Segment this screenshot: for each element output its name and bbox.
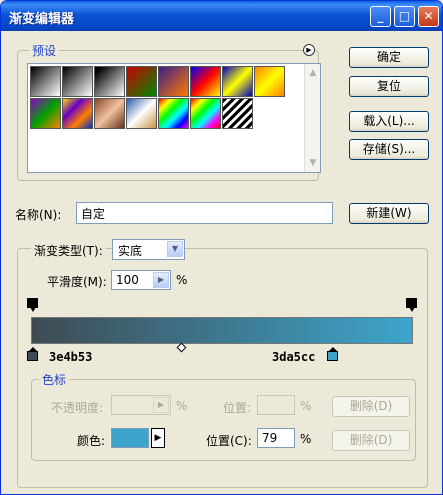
preset-swatch-transparent-rainbow[interactable]	[190, 98, 221, 129]
presets-menu-icon[interactable]: ▶	[303, 44, 315, 56]
maximize-button[interactable]: □	[394, 6, 415, 27]
preset-swatch-violet-orange[interactable]	[158, 66, 189, 97]
preset-swatch-copper[interactable]	[94, 98, 125, 129]
opacity-label: 不透明度:	[51, 401, 104, 415]
reset-button[interactable]: 复位	[349, 76, 429, 97]
color-label: 颜色:	[77, 434, 106, 448]
opacity-location-input[interactable]	[257, 395, 295, 415]
preset-swatch-yellow-violet-orange-blue[interactable]	[62, 98, 93, 129]
title-bar: 渐变编辑器 _ □ ✕	[1, 1, 442, 31]
preset-swatch-orange-yellow-orange[interactable]	[254, 66, 285, 97]
close-button[interactable]: ✕	[418, 6, 439, 27]
opacity-input[interactable]: ▶	[111, 395, 171, 415]
preset-swatch-black-white-2[interactable]	[94, 66, 125, 97]
end-color-hex: 3da5cc	[272, 350, 316, 364]
color-stop-right[interactable]	[327, 347, 338, 361]
opacity-stop-right[interactable]	[406, 298, 417, 312]
gradient-type-select[interactable]: 实底 ▼	[112, 239, 185, 260]
opacity-unit: %	[176, 399, 188, 413]
start-color-hex: 3e4b53	[49, 350, 93, 364]
preset-swatch-transparent-stripes[interactable]	[222, 98, 253, 129]
preset-swatch-blue-red-yellow[interactable]	[190, 66, 221, 97]
location-label: 位置(C):	[206, 434, 252, 448]
ok-button[interactable]: 确定	[349, 47, 429, 68]
name-input[interactable]: 自定	[76, 202, 333, 224]
opacity-slider-icon[interactable]: ▶	[153, 397, 169, 413]
preset-swatch-chrome[interactable]	[126, 98, 157, 129]
scroll-up-icon[interactable]: ▲	[306, 66, 320, 80]
smoothness-unit: %	[176, 273, 188, 287]
color-stop-left[interactable]	[27, 347, 38, 361]
location-input[interactable]: 79	[257, 428, 295, 448]
presets-label: 预设	[29, 42, 60, 59]
name-label: 名称(N):	[15, 208, 62, 222]
gradient-editor-window: 渐变编辑器 _ □ ✕ 预设 ▶ ▲ ▼ 确定 复位 载入(L)... 存储(S…	[0, 0, 443, 495]
smoothness-slider-icon[interactable]: ▶	[153, 272, 169, 288]
preset-swatch-spectrum[interactable]	[158, 98, 189, 129]
save-button[interactable]: 存储(S)...	[349, 139, 429, 160]
preset-swatch-violet-green-orange[interactable]	[30, 98, 61, 129]
chevron-down-icon[interactable]: ▼	[167, 241, 183, 257]
gradient-type-label: 渐变类型(T):	[31, 242, 106, 259]
load-button[interactable]: 载入(L)...	[349, 111, 429, 132]
delete-opacity-button[interactable]: 删除(D)	[332, 396, 410, 417]
delete-color-button[interactable]: 删除(D)	[332, 430, 410, 451]
color-stops-label: 色标	[39, 371, 70, 388]
smoothness-input[interactable]: 100 ▶	[111, 270, 171, 290]
gradient-type-value: 实底	[118, 244, 143, 258]
smoothness-label: 平滑度(M):	[47, 275, 107, 289]
color-swatch[interactable]	[111, 428, 149, 448]
opacity-location-unit: %	[300, 399, 312, 413]
location-unit: %	[300, 432, 312, 446]
preset-swatch-foreground-transparent[interactable]	[62, 66, 93, 97]
gradient-bar[interactable]	[31, 317, 413, 344]
preset-swatch-black-white[interactable]	[30, 66, 61, 97]
presets-scrollbar[interactable]: ▲ ▼	[304, 64, 320, 172]
opacity-stop-left[interactable]	[27, 298, 38, 312]
window-title: 渐变编辑器	[9, 12, 75, 27]
preset-swatch-red-green[interactable]	[126, 66, 157, 97]
minimize-button[interactable]: _	[370, 6, 391, 27]
new-button[interactable]: 新建(W)	[349, 203, 429, 224]
preset-swatch-blue-yellow-blue[interactable]	[222, 66, 253, 97]
color-picker-arrow-icon[interactable]: ▶	[151, 428, 165, 448]
opacity-location-label: 位置:	[223, 401, 252, 415]
presets-list: ▲ ▼	[27, 63, 321, 173]
scroll-down-icon[interactable]: ▼	[306, 156, 320, 170]
smoothness-value: 100	[116, 273, 139, 287]
